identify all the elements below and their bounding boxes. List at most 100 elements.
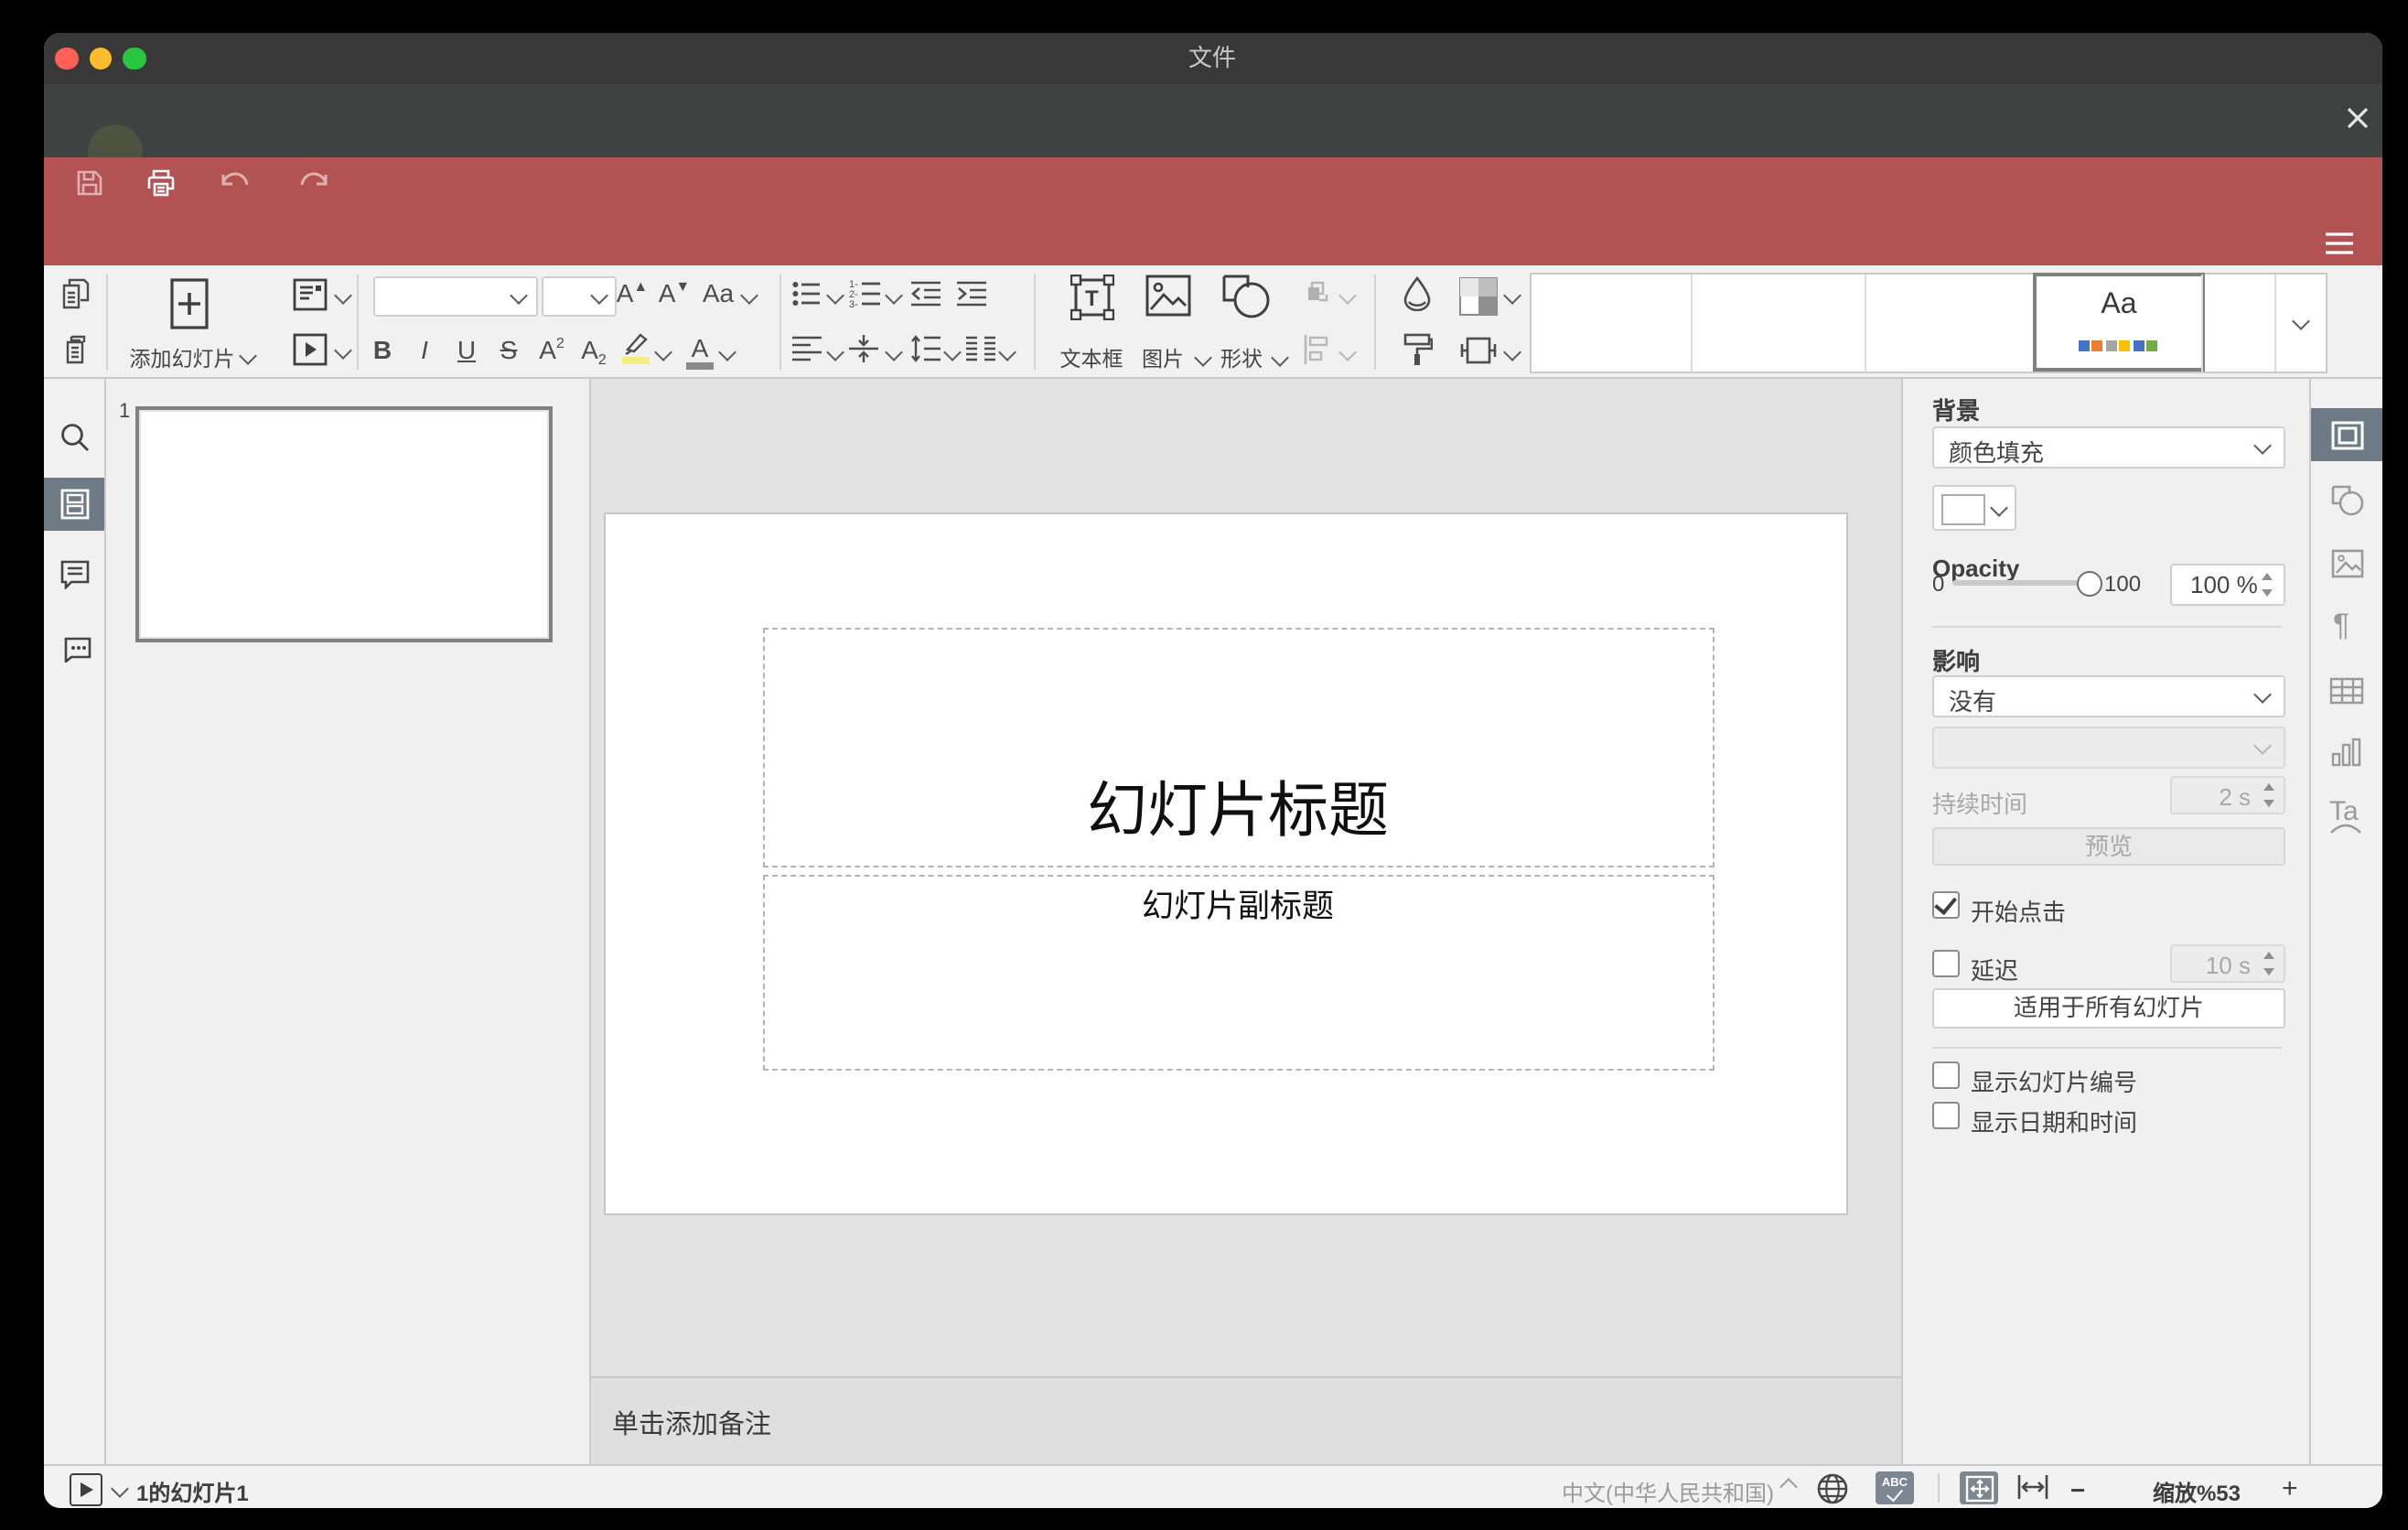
spin-up-icon[interactable] <box>2262 573 2273 580</box>
spin-up-icon[interactable] <box>2263 951 2274 958</box>
start-slideshow-status-button[interactable] <box>70 1473 102 1506</box>
slide-editor[interactable]: 幻灯片标题 幻灯片副标题 <box>606 514 1846 1212</box>
delay-checkbox[interactable] <box>1932 949 1960 976</box>
opacity-slider-track[interactable] <box>1951 579 2087 586</box>
arrange-shapes-chevron-icon[interactable] <box>1338 286 1356 305</box>
align-shapes-icon[interactable] <box>1302 335 1333 364</box>
opacity-slider-handle[interactable] <box>2077 571 2102 597</box>
save-icon[interactable] <box>74 168 103 198</box>
add-slide-button[interactable]: 添加幻灯片 <box>127 344 237 373</box>
slide-layout-icon[interactable] <box>293 278 328 311</box>
redo-icon[interactable] <box>297 170 328 198</box>
horizontal-align-icon[interactable] <box>791 335 821 362</box>
fit-to-width-icon[interactable] <box>2016 1475 2048 1499</box>
change-case-chevron-icon[interactable] <box>739 286 758 305</box>
font-color-button[interactable]: A <box>685 333 715 369</box>
italic-button[interactable]: I <box>411 335 438 364</box>
chat-icon[interactable] <box>59 632 91 662</box>
decrease-font-button[interactable]: A▼ <box>658 278 691 307</box>
add-slide-icon[interactable] <box>170 278 209 329</box>
theme-gallery-expand[interactable] <box>2274 275 2326 372</box>
strip-item-textart-settings[interactable]: Ta <box>2329 795 2362 834</box>
copy-icon[interactable] <box>61 278 89 309</box>
spin-down-icon[interactable] <box>2262 589 2273 597</box>
insert-textbox-button[interactable]: 文本框 <box>1051 344 1132 373</box>
highlight-color-icon[interactable] <box>621 331 649 363</box>
spin-down-icon[interactable] <box>2263 967 2274 975</box>
notes-area[interactable]: 单击添加备注 <box>590 1375 1901 1466</box>
spellcheck-toggle[interactable]: ABC <box>1876 1471 1914 1504</box>
font-name-select[interactable] <box>373 276 538 317</box>
insert-image-icon[interactable] <box>1145 275 1190 317</box>
line-spacing-icon[interactable] <box>910 335 940 362</box>
undo-icon[interactable] <box>219 170 250 198</box>
insert-image-button[interactable]: 图片 <box>1135 344 1190 373</box>
align-shapes-chevron-icon[interactable] <box>1338 343 1356 361</box>
insert-shape-icon[interactable] <box>1221 275 1269 318</box>
search-icon[interactable] <box>59 422 89 451</box>
sidebar-item-slides[interactable] <box>43 478 104 531</box>
theme-thumbnail[interactable] <box>1532 275 1691 372</box>
theme-thumbnail[interactable] <box>1691 275 1866 372</box>
print-icon[interactable] <box>144 167 177 199</box>
line-spacing-chevron-icon[interactable] <box>942 343 961 361</box>
start-on-click-checkbox[interactable] <box>1932 890 1960 918</box>
spin-down-icon[interactable] <box>2263 799 2274 806</box>
fill-color-chevron-icon[interactable] <box>1502 286 1521 305</box>
opacity-input[interactable]: 100 % <box>2170 564 2285 606</box>
paste-icon[interactable] <box>61 333 89 364</box>
comments-icon[interactable] <box>59 559 89 588</box>
change-slide-size-icon[interactable] <box>1459 335 1496 366</box>
slide-layout-chevron-icon[interactable] <box>333 286 351 305</box>
apply-to-all-slides-button[interactable]: 适用于所有幻灯片 <box>1932 987 2285 1028</box>
vertical-align-chevron-icon[interactable] <box>884 343 902 361</box>
slideshow-mode-chevron-icon[interactable] <box>110 1480 128 1498</box>
set-language-globe-icon[interactable] <box>1816 1472 1847 1503</box>
title-placeholder[interactable]: 幻灯片标题 <box>762 628 1714 867</box>
start-slideshow-icon[interactable] <box>293 333 328 366</box>
columns-chevron-icon[interactable] <box>997 343 1016 361</box>
zoom-out-button[interactable]: − <box>2070 1474 2085 1503</box>
duration-input[interactable]: 2 s <box>2170 775 2285 813</box>
effect-select[interactable]: 没有 <box>1932 674 2285 717</box>
superscript-button[interactable]: A2 <box>535 335 568 364</box>
decrease-indent-icon[interactable] <box>910 280 940 307</box>
strip-item-image-settings[interactable] <box>2331 548 2364 577</box>
bullet-list-icon[interactable] <box>791 280 821 307</box>
preview-button[interactable]: 预览 <box>1932 826 2285 865</box>
language-label[interactable]: 中文(中华人民共和国) <box>1434 1477 1774 1508</box>
change-slide-size-chevron-icon[interactable] <box>1502 343 1521 361</box>
strip-item-shape-settings[interactable] <box>2331 484 2364 515</box>
show-slide-number-checkbox[interactable] <box>1932 1061 1960 1088</box>
add-slide-chevron-icon[interactable] <box>238 347 256 365</box>
bullet-list-chevron-icon[interactable] <box>825 286 844 305</box>
increase-indent-icon[interactable] <box>956 280 985 307</box>
fill-color-icon[interactable] <box>1457 276 1498 317</box>
font-size-select[interactable] <box>542 276 617 317</box>
slide-canvas[interactable]: 幻灯片标题 幻灯片副标题 <box>590 378 1901 1375</box>
zoom-in-button[interactable]: + <box>2282 1473 2298 1504</box>
highlight-color-chevron-icon[interactable] <box>653 343 672 361</box>
copy-style-icon[interactable] <box>1401 333 1432 366</box>
theme-thumbnail-selected[interactable]: Aa <box>2033 273 2205 372</box>
language-caret-icon[interactable] <box>1779 1478 1797 1496</box>
delay-input[interactable]: 10 s <box>2170 943 2285 982</box>
slide-thumbnail[interactable] <box>135 405 553 641</box>
columns-icon[interactable] <box>965 335 994 362</box>
numbered-list-chevron-icon[interactable] <box>884 286 902 305</box>
strip-item-paragraph-settings[interactable]: ¶ <box>2333 607 2349 643</box>
insert-image-chevron-icon[interactable] <box>1193 349 1211 367</box>
subtitle-placeholder[interactable]: 幻灯片副标题 <box>762 875 1714 1071</box>
insert-textbox-icon[interactable]: T <box>1070 275 1113 320</box>
insert-shape-chevron-icon[interactable] <box>1270 349 1288 367</box>
effect-option-select[interactable] <box>1932 726 2285 768</box>
strikethrough-button[interactable]: S <box>495 335 522 364</box>
horizontal-align-chevron-icon[interactable] <box>825 343 844 361</box>
clear-style-icon[interactable] <box>1401 276 1432 311</box>
font-color-chevron-icon[interactable] <box>717 343 736 361</box>
strip-item-slide-settings[interactable] <box>2311 408 2381 461</box>
arrange-shapes-icon[interactable] <box>1302 280 1333 311</box>
numbered-list-icon[interactable]: 1- 2- 3- <box>848 278 879 307</box>
strip-item-chart-settings[interactable] <box>2331 737 2362 766</box>
strip-item-table-settings[interactable] <box>2329 676 2364 704</box>
